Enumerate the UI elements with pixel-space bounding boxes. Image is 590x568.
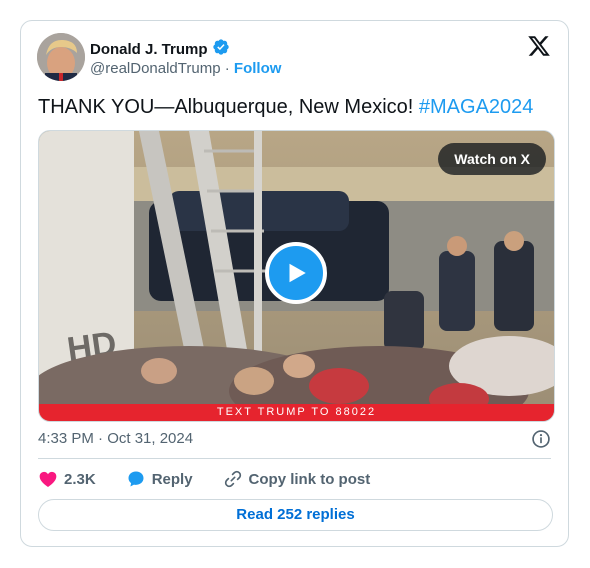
hashtag-link[interactable]: #MAGA2024 [419,96,534,118]
video-media[interactable]: HD Watch on X TEXT TRUMP TO 88022 [38,130,555,422]
play-icon [289,263,306,283]
reply-bubble-icon [128,471,144,487]
verified-badge-icon [212,38,230,61]
divider [38,458,551,459]
tweet-body: THANK YOU—Albuquerque, New Mexico! [38,96,419,118]
info-icon[interactable] [531,429,551,449]
like-count: 2.3K [64,470,96,488]
watch-on-x-button[interactable]: Watch on X [438,143,546,175]
tweet-timestamp[interactable]: 4:33 PM · Oct 31, 2024 [38,430,193,447]
action-bar: 2.3K Reply Copy link to post [38,469,400,489]
author-name-row: Donald J. Trump [90,38,230,61]
tweet-embed-card: Donald J. Trump @realDonaldTrump · Follo… [20,20,569,547]
author-handle-row: @realDonaldTrump · Follow [90,60,281,77]
handle-separator: · [224,60,230,77]
author-name[interactable]: Donald J. Trump [90,41,208,58]
like-button[interactable]: 2.3K [38,469,96,489]
x-logo-icon[interactable] [527,34,551,58]
reply-button[interactable]: Reply [126,469,193,489]
copy-link-label: Copy link to post [248,470,371,488]
avatar[interactable] [37,33,85,81]
link-icon [224,470,241,488]
reply-label: Reply [151,470,193,488]
play-button[interactable] [265,242,327,304]
copy-link-button[interactable]: Copy link to post [223,469,371,489]
video-banner: TEXT TRUMP TO 88022 [39,404,554,421]
tweet-text: THANK YOU—Albuquerque, New Mexico! #MAGA… [38,95,533,119]
follow-link[interactable]: Follow [234,60,282,77]
heart-icon [39,471,57,487]
read-replies-button[interactable]: Read 252 replies [38,499,553,531]
author-handle[interactable]: @realDonaldTrump [90,60,221,77]
